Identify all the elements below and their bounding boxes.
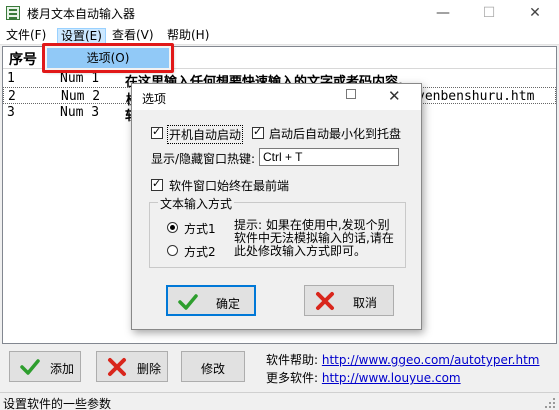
more-link[interactable]: http://www.louyue.com xyxy=(322,371,461,385)
status-bar: 设置软件的一些参数 xyxy=(0,392,559,410)
close-button[interactable]: ✕ xyxy=(512,0,558,26)
ok-label: 确定 xyxy=(216,297,241,311)
dialog-title: 选项 xyxy=(142,92,167,106)
help-link-row: 软件帮助: http://www.ggeo.com/autotyper.htm xyxy=(266,351,540,368)
menu-bar: 文件(F) 设置(E) 查看(V) 帮助(H) xyxy=(0,26,559,45)
window-title: 楼月文本自动输入器 xyxy=(27,7,136,21)
column-header-seq[interactable]: 序号 xyxy=(9,49,37,69)
auto-start-label[interactable]: 开机自动启动 xyxy=(167,125,244,144)
mode2-radio[interactable] xyxy=(167,245,178,256)
row-key: Num 3 xyxy=(60,105,100,120)
menu-settings[interactable]: 设置(E) xyxy=(57,28,106,44)
row-seq: 1 xyxy=(7,71,15,86)
add-label: 添加 xyxy=(50,362,75,376)
app-icon xyxy=(6,6,20,20)
help-link[interactable]: http://www.ggeo.com/autotyper.htm xyxy=(322,353,540,367)
checkmark-icon xyxy=(178,294,198,310)
input-mode-hint: 提示: 如果在使用中,发现个别软件中无法模拟输入的话,请在此处修改输入方式即可。 xyxy=(234,218,394,258)
checkmark-icon xyxy=(20,359,40,375)
delete-button[interactable]: 删除 xyxy=(96,351,168,382)
cancel-button[interactable]: 取消 xyxy=(304,285,394,316)
minimize-tray-label[interactable]: 启动后自动最小化到托盘 xyxy=(269,125,401,142)
row-seq: 3 xyxy=(7,105,15,120)
settings-dropdown: 选项(O) xyxy=(44,45,172,71)
mode1-label[interactable]: 方式1 xyxy=(184,220,216,237)
mode1-radio[interactable] xyxy=(167,222,178,233)
menu-file[interactable]: 文件(F) xyxy=(3,28,49,44)
input-mode-group-title: 文本输入方式 xyxy=(158,195,235,212)
add-button[interactable]: 添加 xyxy=(9,351,81,382)
hotkey-input[interactable]: Ctrl + T xyxy=(259,148,399,166)
dialog-close-icon[interactable]: ✕ xyxy=(388,87,401,105)
auto-start-checkbox[interactable] xyxy=(151,125,163,139)
row-seq: 2 xyxy=(8,89,16,104)
always-top-label[interactable]: 软件窗口始终在最前端 xyxy=(169,177,289,194)
options-dialog: 选项 ✕ 开机自动启动 启动后自动最小化到托盘 显示/隐藏窗口热键: Ctrl … xyxy=(131,83,422,330)
edit-label: 修改 xyxy=(201,362,226,376)
menu-view[interactable]: 查看(V) xyxy=(109,28,157,44)
row-key: Num 2 xyxy=(61,89,101,104)
hotkey-label: 显示/隐藏窗口热键: xyxy=(151,152,256,166)
cross-icon xyxy=(316,292,334,310)
input-mode-group: 文本输入方式 方式1 方式2 提示: 如果在使用中,发现个别软件中无法模拟输入的… xyxy=(149,195,406,268)
cancel-label: 取消 xyxy=(353,296,378,310)
always-top-checkbox[interactable] xyxy=(151,177,163,191)
help-prefix: 软件帮助: xyxy=(266,353,319,367)
app-window: 楼月文本自动输入器 — ☐ ✕ 文件(F) 设置(E) 查看(V) 帮助(H) … xyxy=(0,0,559,410)
cross-icon xyxy=(108,358,126,376)
delete-label: 删除 xyxy=(137,362,162,376)
ok-button[interactable]: 确定 xyxy=(166,285,256,316)
more-prefix: 更多软件: xyxy=(266,371,319,385)
row-key: Num 1 xyxy=(60,71,100,86)
minimize-tray-checkbox[interactable] xyxy=(252,125,264,139)
menu-item-options[interactable]: 选项(O) xyxy=(47,48,169,68)
edit-button[interactable]: 修改 xyxy=(181,351,245,382)
dialog-title-bar: 选项 ✕ xyxy=(132,84,421,110)
minimize-button[interactable]: — xyxy=(420,0,466,26)
menu-help[interactable]: 帮助(H) xyxy=(164,28,212,44)
status-text: 设置软件的一些参数 xyxy=(3,397,112,410)
resize-grip-icon[interactable] xyxy=(545,398,555,408)
mode2-label[interactable]: 方式2 xyxy=(184,243,216,260)
row-text-tail: venbenshuru.htm xyxy=(417,89,535,104)
more-link-row: 更多软件: http://www.louyue.com xyxy=(266,369,461,386)
title-bar: 楼月文本自动输入器 — ☐ ✕ xyxy=(0,0,559,26)
dialog-maximize-icon[interactable] xyxy=(346,89,356,99)
maximize-button[interactable]: ☐ xyxy=(466,0,512,26)
